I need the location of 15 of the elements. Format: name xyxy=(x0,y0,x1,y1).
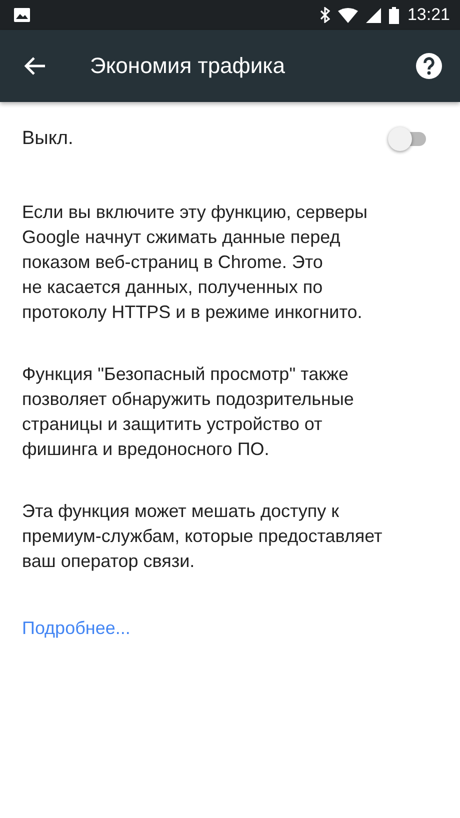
image-icon xyxy=(14,8,30,22)
description-paragraph: Эта функция может мешать доступу к премиум-службам, которые предоставляет ваш оператор связи. xyxy=(21,500,384,573)
battery-icon xyxy=(389,6,400,24)
description-paragraph: Если вы включите эту функцию, серверы Google начнут сжимать данные перед показом веб-страниц в Chrome. Это не касается данных, полученных по протоколу HTTPS и в режиме инкогнито. xyxy=(21,201,368,324)
help-icon[interactable] xyxy=(416,53,442,79)
status-time: 13:21 xyxy=(407,5,450,25)
page-title: Экономия трафика xyxy=(90,53,286,79)
back-arrow-icon[interactable] xyxy=(24,56,46,76)
wifi-icon xyxy=(338,8,358,22)
setting-label: Выкл. xyxy=(22,128,74,150)
description-paragraph: Функция "Безопасный просмотр" также позволяет обнаружить подозрительные страницы и защитить устройство от фишинга и вредоносного ПО. xyxy=(21,363,355,461)
toggle-switch[interactable] xyxy=(388,126,428,152)
signal-icon xyxy=(366,8,382,22)
bluetooth-icon xyxy=(320,7,330,23)
learn-more-link[interactable]: Подробнее... xyxy=(22,618,130,639)
